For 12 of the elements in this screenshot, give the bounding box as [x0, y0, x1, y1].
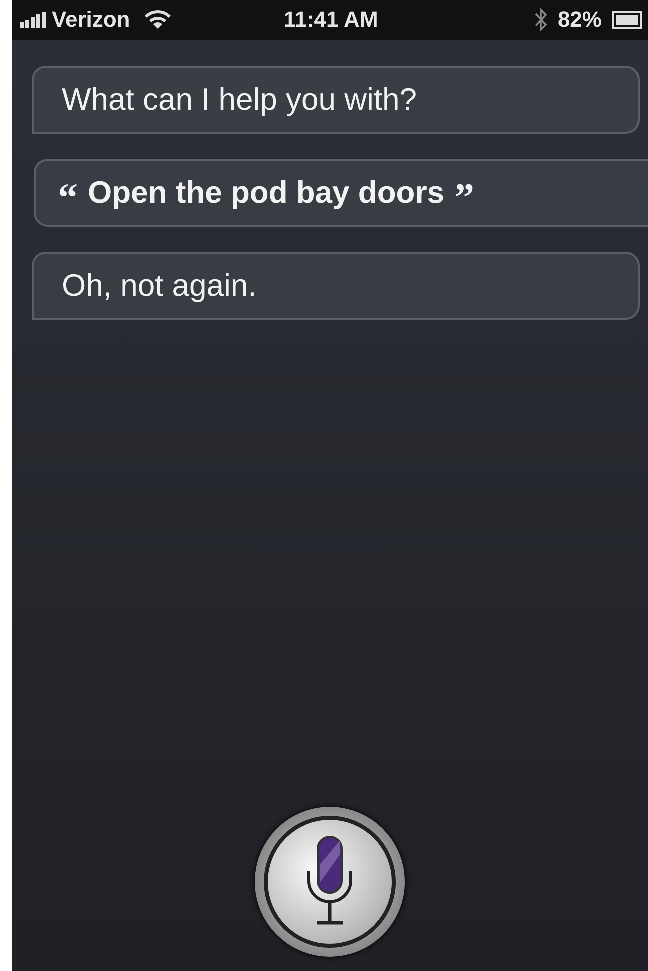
- assistant-reply: What can I help you with?: [62, 82, 417, 118]
- open-quote: “: [58, 174, 78, 218]
- close-quote: ”: [454, 174, 475, 218]
- battery-icon: [612, 11, 642, 29]
- signal-icon: [20, 12, 46, 28]
- wifi-icon: [144, 10, 172, 30]
- clock-time: 11:41 AM: [284, 7, 378, 33]
- bluetooth-icon: [534, 8, 548, 32]
- battery-percent: 82%: [558, 7, 602, 33]
- assistant-reply: Oh, not again.: [62, 268, 257, 304]
- carrier-name: Verizon: [52, 7, 130, 33]
- user-query: Open the pod bay doors: [88, 175, 445, 211]
